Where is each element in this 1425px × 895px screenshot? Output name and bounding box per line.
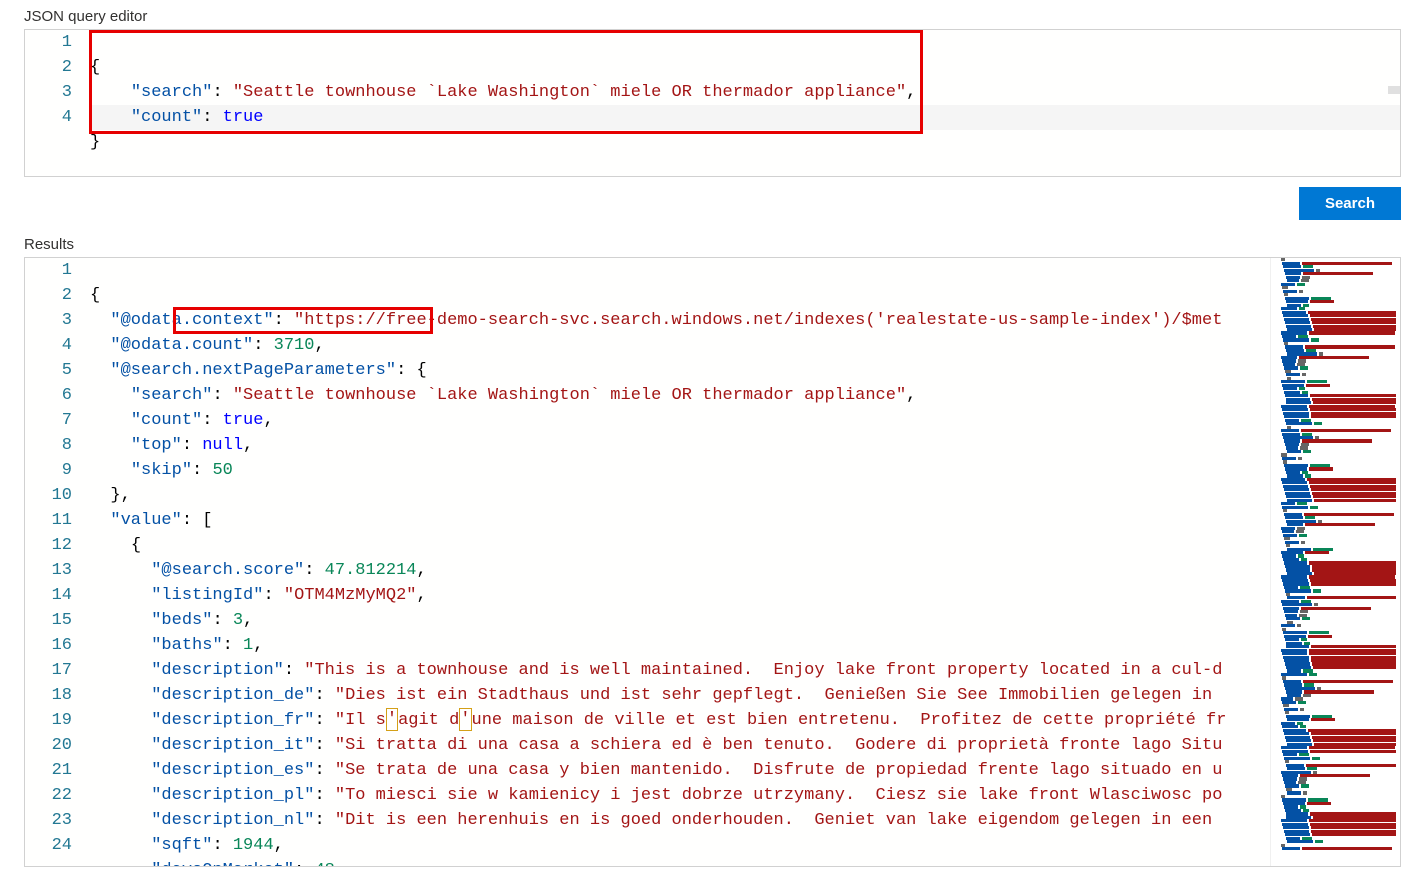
results-gutter: 123456789101112131415161718192021222324 bbox=[25, 258, 90, 866]
results-label: Results bbox=[24, 228, 1401, 257]
results-code[interactable]: { "@odata.context": "https://free-demo-s… bbox=[90, 258, 1270, 866]
search-button[interactable]: Search bbox=[1299, 187, 1401, 220]
results-minimap[interactable] bbox=[1270, 258, 1400, 866]
results-viewer[interactable]: 123456789101112131415161718192021222324 … bbox=[24, 257, 1401, 867]
query-code[interactable]: { "search": "Seattle townhouse `Lake Was… bbox=[90, 30, 1400, 176]
editor-label: JSON query editor bbox=[24, 0, 1401, 29]
query-editor[interactable]: 1 2 3 4 { "search": "Seattle townhouse `… bbox=[24, 29, 1401, 177]
bracket-match-marker: ' bbox=[386, 708, 398, 731]
editor-scrollbar[interactable] bbox=[1388, 86, 1400, 94]
query-gutter: 1 2 3 4 bbox=[25, 30, 90, 176]
bracket-match-marker: ' bbox=[459, 708, 471, 731]
